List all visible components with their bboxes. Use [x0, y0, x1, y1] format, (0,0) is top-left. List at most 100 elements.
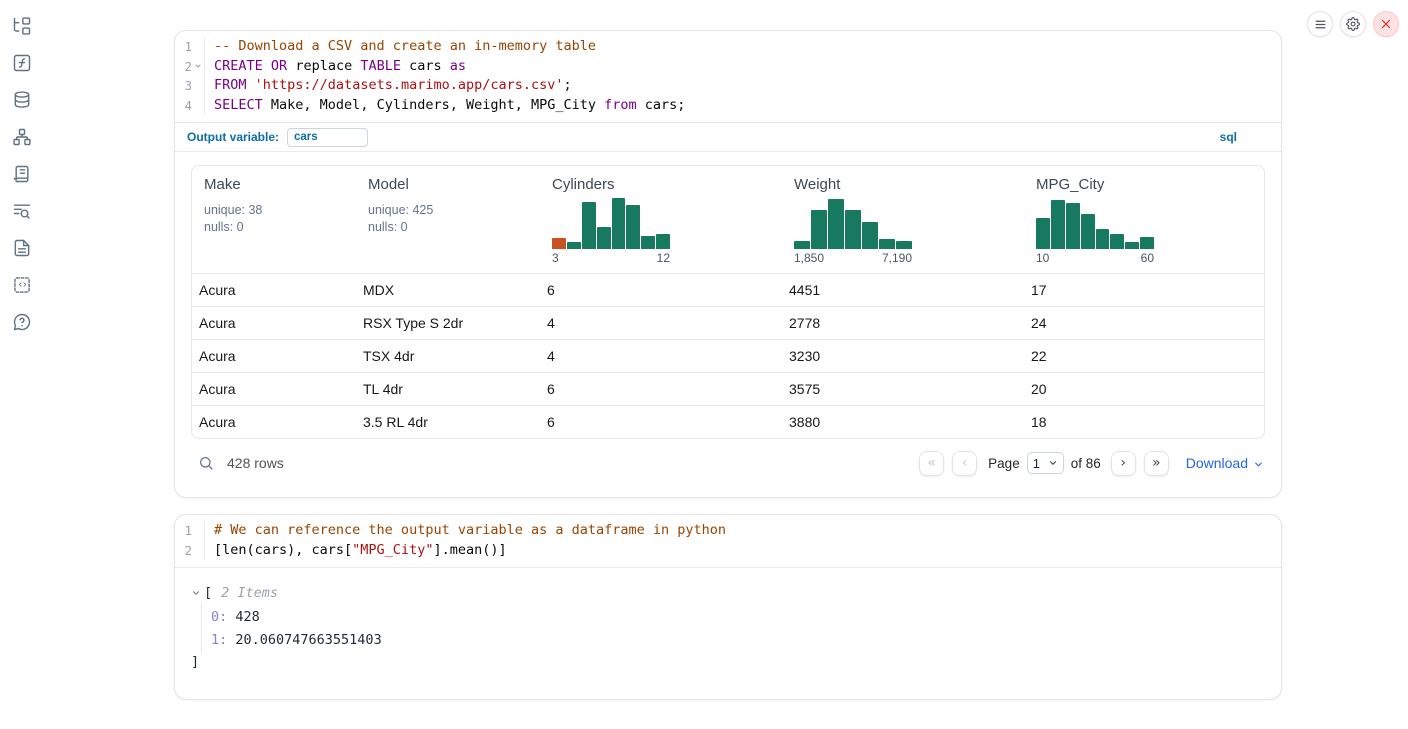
table-row[interactable]: AcuraTL 4dr6357520	[192, 372, 1264, 405]
histogram-bar	[582, 202, 596, 249]
histogram-bar	[597, 227, 611, 249]
sidebar	[0, 0, 44, 729]
page-select[interactable]: 1	[1027, 452, 1064, 474]
column-header-Make[interactable]: Makeunique: 38nulls: 0	[192, 166, 356, 273]
notebook: 1 -- Download a CSV and create an in-memo…	[174, 0, 1282, 700]
column-name[interactable]: MPG_City	[1036, 176, 1258, 193]
histogram-bar	[641, 236, 655, 249]
documentation-icon[interactable]	[12, 237, 33, 258]
histogram-bar	[1140, 237, 1154, 249]
table-header: Makeunique: 38nulls: 0 Model unique: 425nu…	[192, 166, 1264, 273]
table-cell: MDX	[356, 282, 540, 298]
table-cell: 6	[540, 282, 782, 298]
table-cell: TL 4dr	[356, 381, 540, 397]
column-header-Weight[interactable]: Weight1,8507,190	[782, 166, 1024, 273]
line-number: 2	[184, 57, 192, 77]
chevron-down-icon	[1253, 459, 1264, 470]
functions-icon[interactable]	[12, 52, 33, 73]
histogram-max-label: 12	[657, 251, 670, 265]
fold-chevron-icon[interactable]	[192, 62, 203, 70]
column-header-Model[interactable]: Model unique: 425nulls: 0	[356, 166, 540, 273]
column-header-Cylinders[interactable]: Cylinders 3 12	[540, 166, 782, 273]
code-text[interactable]: FROM 'https://datasets.marimo.app/cars.c…	[205, 76, 572, 96]
line-gutter: 2	[175, 541, 205, 561]
code-text[interactable]: CREATE OR replace TABLE cars as	[205, 57, 466, 77]
line-gutter: 2	[175, 57, 205, 77]
code-line[interactable]: 1 # We can reference the output variable …	[175, 521, 1281, 541]
output-variable-input[interactable]: cars	[287, 128, 368, 147]
table-row[interactable]: AcuraRSX Type S 2dr4277824	[192, 306, 1264, 339]
table-row[interactable]: Acura3.5 RL 4dr6388018	[192, 405, 1264, 438]
code-text[interactable]: # We can reference the output variable a…	[205, 521, 726, 541]
column-name[interactable]: Weight	[794, 176, 1016, 193]
line-gutter: 4	[175, 96, 205, 116]
language-badge[interactable]: sql	[1220, 130, 1269, 144]
sql-cell-output: Makeunique: 38nulls: 0 Model unique: 425nu…	[175, 152, 1281, 497]
code-text[interactable]: SELECT Make, Model, Cylinders, Weight, M…	[205, 96, 685, 116]
histogram-bar	[879, 239, 895, 249]
tree-entry-key: 1:	[211, 632, 227, 648]
table-cell: 3230	[782, 348, 1024, 364]
last-page-button[interactable]: »	[1144, 451, 1169, 476]
line-number: 1	[184, 521, 192, 541]
code-line[interactable]: 3FROM 'https://datasets.marimo.app/cars.…	[175, 76, 1281, 96]
scratchpad-icon[interactable]	[12, 163, 33, 184]
histogram-min-label: 3	[552, 251, 559, 265]
tree-root: [ 2 Items	[191, 583, 1265, 603]
code-line[interactable]: 1 -- Download a CSV and create an in-memo…	[175, 37, 1281, 57]
file-explorer-icon[interactable]	[12, 15, 33, 36]
column-header-MPG_City[interactable]: MPG_City1060	[1024, 166, 1265, 273]
tree-entry: 0: 428	[211, 606, 1265, 629]
column-name[interactable]: Make	[204, 176, 348, 193]
logs-icon[interactable]	[12, 200, 33, 221]
prev-page-button[interactable]: ‹	[952, 451, 977, 476]
table-cell: 2778	[782, 315, 1024, 331]
line-number: 1	[184, 37, 192, 57]
next-page-button[interactable]: ›	[1111, 451, 1136, 476]
table-cell: 22	[1024, 348, 1265, 364]
line-number: 4	[184, 96, 192, 116]
collapse-chevron-icon[interactable]	[191, 588, 204, 598]
shutdown-button[interactable]	[1373, 11, 1399, 37]
code-line[interactable]: 4 SELECT Make, Model, Cylinders, Weight, …	[175, 96, 1281, 116]
table-row[interactable]: AcuraMDX6445117	[192, 273, 1264, 306]
python-code-editor[interactable]: 1 # We can reference the output variable …	[175, 515, 1281, 567]
column-stats: unique: 425nulls: 0	[368, 202, 532, 235]
histogram-bar	[845, 210, 861, 249]
table-cell: 6	[540, 381, 782, 397]
sql-code-editor[interactable]: 1 -- Download a CSV and create an in-memo…	[175, 31, 1281, 122]
line-number: 2	[184, 541, 192, 561]
row-count: 428 rows	[227, 455, 284, 471]
page-label: Page	[988, 456, 1020, 471]
snippets-icon[interactable]	[12, 274, 33, 295]
table-body: AcuraMDX6445117AcuraRSX Type S 2dr427782…	[192, 273, 1264, 438]
menu-button[interactable]	[1307, 11, 1333, 37]
tree-entry: 1: 20.060747663551403	[211, 629, 1265, 652]
table-row[interactable]: AcuraTSX 4dr4323022	[192, 339, 1264, 372]
column-name[interactable]: Cylinders	[552, 176, 774, 193]
pagination: « ‹ Page 1 of 86 › » Download	[919, 451, 1265, 476]
table-cell: 6	[540, 414, 782, 430]
code-text[interactable]: -- Download a CSV and create an in-memor…	[205, 37, 596, 57]
histogram-bar	[567, 242, 581, 249]
histogram-min-label: 10	[1036, 251, 1049, 265]
help-icon[interactable]	[12, 311, 33, 332]
histogram-bar	[828, 199, 844, 249]
settings-button[interactable]	[1340, 11, 1366, 37]
table-cell: RSX Type S 2dr	[356, 315, 540, 331]
gear-icon	[1346, 17, 1360, 31]
search-icon[interactable]	[198, 455, 214, 471]
sql-cell-toolbar: Output variable: cars sql	[175, 122, 1281, 152]
dependency-graph-icon[interactable]	[12, 126, 33, 147]
first-page-button[interactable]: «	[919, 451, 944, 476]
code-line[interactable]: 2 [len(cars), cars["MPG_City"].mean()]	[175, 541, 1281, 561]
close-bracket: ]	[191, 653, 1265, 672]
histogram-bar	[1036, 218, 1050, 249]
download-button[interactable]: Download	[1186, 455, 1264, 471]
datasources-icon[interactable]	[12, 89, 33, 110]
histogram-min-label: 1,850	[794, 251, 824, 265]
table-cell: Acura	[192, 315, 356, 331]
code-text[interactable]: [len(cars), cars["MPG_City"].mean()]	[205, 541, 507, 561]
column-name[interactable]: Model	[368, 176, 532, 193]
code-line[interactable]: 2 CREATE OR replace TABLE cars as	[175, 57, 1281, 77]
